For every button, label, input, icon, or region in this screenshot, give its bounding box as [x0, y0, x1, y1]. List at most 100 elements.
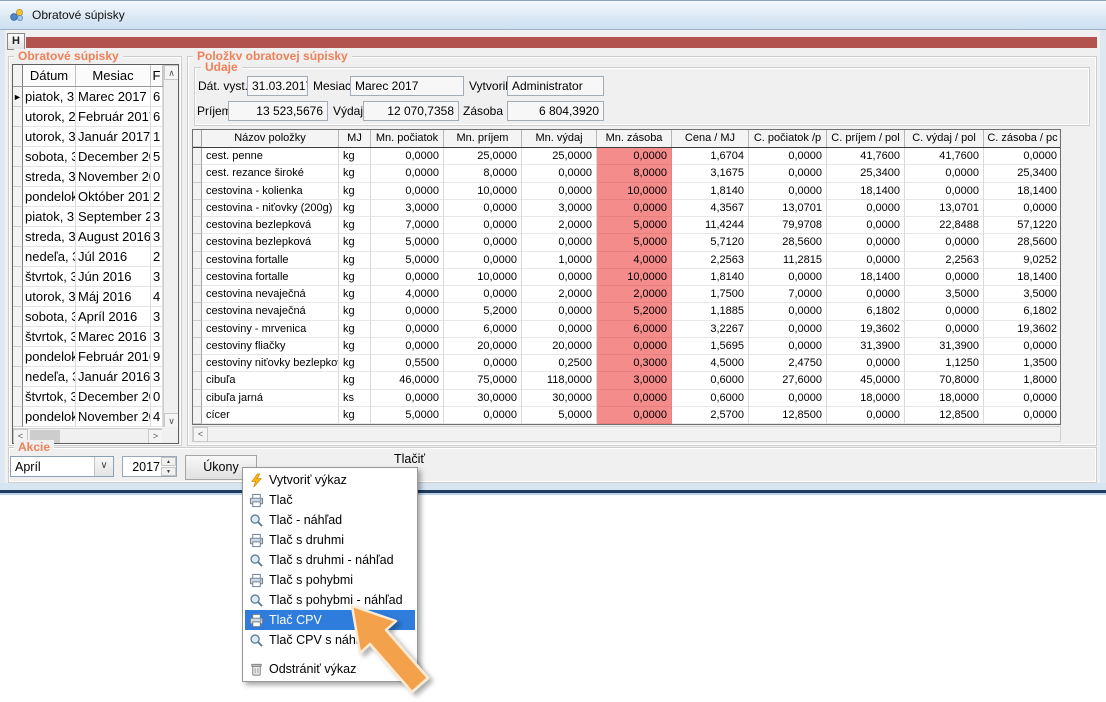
- date-row[interactable]: sobota, 3December 20165: [13, 147, 163, 167]
- table-row[interactable]: cestoviny fliačkykg0,000020,000020,00000…: [193, 338, 1060, 355]
- h-button[interactable]: H: [7, 33, 25, 50]
- column-header[interactable]: C. príjem / pol: [827, 130, 905, 147]
- f-cell: 3: [151, 267, 163, 287]
- date-row[interactable]: streda, 3November 20160: [13, 167, 163, 187]
- date-cell: streda, 3: [23, 167, 76, 187]
- table-row[interactable]: cestovina nevaječnákg4,00000,00002,00002…: [193, 286, 1060, 303]
- date-row[interactable]: utorok, 3Január 20171: [13, 127, 163, 147]
- printer-icon: [248, 612, 264, 628]
- column-header[interactable]: Mesiac: [76, 65, 151, 86]
- column-header[interactable]: Mn. výdaj: [522, 130, 597, 147]
- table-row[interactable]: cestovina - kolienkakg0,000010,00000,000…: [193, 183, 1060, 200]
- date-row[interactable]: utorok, 3Máj 20164: [13, 287, 163, 307]
- table-cell: 0,0000: [749, 321, 827, 338]
- table-cell: 1,0000: [522, 252, 597, 269]
- table-cell: 19,3602: [827, 321, 905, 338]
- date-row[interactable]: nedeľa, 3Júl 20162: [13, 247, 163, 267]
- month-combobox-value[interactable]: Apríl: [15, 458, 41, 476]
- table-cell: 5,2000: [444, 303, 522, 320]
- date-row[interactable]: pondelok,November 20154: [13, 407, 163, 427]
- scroll-right-icon[interactable]: >: [148, 429, 163, 444]
- menu-item-tlac-s-pohybmi-nahlad[interactable]: Tlač s pohybmi - náhľad: [245, 590, 415, 610]
- column-header[interactable]: Mn. počiatok: [371, 130, 444, 147]
- date-row[interactable]: pondelok,Október 20162: [13, 187, 163, 207]
- column-header[interactable]: F: [151, 65, 163, 86]
- window-border-right: [1100, 30, 1106, 483]
- menu-item-odstranit-vykaz[interactable]: Odstrániť výkaz: [245, 659, 415, 679]
- menu-item-tlac-s-druhmi-nahlad[interactable]: Tlač s druhmi - náhľad: [245, 550, 415, 570]
- table-row[interactable]: cestovina bezlepkovákg5,00000,00000,0000…: [193, 234, 1060, 251]
- column-header[interactable]: MJ: [339, 130, 371, 147]
- row-marker: [193, 355, 202, 372]
- table-row[interactable]: cestovina fortallekg5,00000,00001,00004,…: [193, 252, 1060, 269]
- dates-vertical-scrollbar[interactable]: ∧ ∨: [163, 65, 178, 428]
- table-row[interactable]: cestovina - niťovky (200g)kg3,00000,0000…: [193, 200, 1060, 217]
- date-row[interactable]: ►piatok, 3Marec 20176: [13, 87, 163, 107]
- date-row[interactable]: piatok, 3September 20163: [13, 207, 163, 227]
- spin-up-icon[interactable]: ▲: [161, 457, 176, 466]
- column-header[interactable]: C. zásoba / pc: [984, 130, 1061, 147]
- table-row[interactable]: cestovina bezlepkovákg7,00000,00002,0000…: [193, 217, 1060, 234]
- dates-group-label: Obratové súpisky: [14, 49, 123, 63]
- scroll-left-icon[interactable]: <: [193, 427, 208, 442]
- table-cell: 0,0000: [905, 303, 984, 320]
- table-cell: 0,0000: [905, 321, 984, 338]
- date-row[interactable]: štvrtok, 3Marec 20163: [13, 327, 163, 347]
- menu-item-tlac-s-druhmi[interactable]: Tlač s druhmi: [245, 530, 415, 550]
- menu-item-tlac[interactable]: Tlač: [245, 490, 415, 510]
- f-cell: 3: [151, 327, 163, 347]
- table-cell: 6,1802: [984, 303, 1061, 320]
- table-row[interactable]: cestovina fortallekg0,000010,00000,00001…: [193, 269, 1060, 286]
- ukony-context-menu: Vytvoriť výkazTlačTlač - náhľadTlač s dr…: [242, 467, 418, 682]
- items-horizontal-scrollbar[interactable]: <: [192, 426, 1061, 442]
- column-header[interactable]: Cena / MJ: [672, 130, 749, 147]
- table-row[interactable]: cestovina nevaječnákg0,00005,20000,00005…: [193, 303, 1060, 320]
- column-header[interactable]: Názov položky: [202, 130, 339, 147]
- chevron-down-icon[interactable]: ∨: [94, 457, 113, 476]
- year-value[interactable]: 2017: [123, 458, 160, 476]
- f-cell: 3: [151, 367, 163, 387]
- scroll-down-icon[interactable]: ∨: [164, 413, 179, 428]
- row-marker: [193, 252, 202, 269]
- column-header[interactable]: Dátum: [23, 65, 76, 86]
- date-row[interactable]: utorok, 2Február 20176: [13, 107, 163, 127]
- table-cell: 18,1400: [984, 269, 1061, 286]
- table-row[interactable]: cestoviny - mrvenicakg0,00006,00000,0000…: [193, 321, 1060, 338]
- date-row[interactable]: sobota, 3Apríl 20163: [13, 307, 163, 327]
- menu-item-vytvorit-vykaz[interactable]: Vytvoriť výkaz: [245, 470, 415, 490]
- row-marker: [13, 107, 23, 127]
- date-row[interactable]: streda, 3August 20163: [13, 227, 163, 247]
- menu-item-label: Tlač s pohybmi: [269, 573, 353, 587]
- menu-item-tlac-nahlad[interactable]: Tlač - náhľad: [245, 510, 415, 530]
- table-cell: 0,0000: [371, 338, 444, 355]
- table-cell: 0,0000: [522, 303, 597, 320]
- table-row[interactable]: cest. rezance širokékg0,00008,00000,0000…: [193, 165, 1060, 182]
- table-row[interactable]: cícerkg5,00000,00005,00000,00002,570012,…: [193, 407, 1060, 424]
- table-row[interactable]: cibuľakg46,000075,0000118,00003,00000,60…: [193, 372, 1060, 389]
- date-row[interactable]: nedeľa, 3Január 20163: [13, 367, 163, 387]
- column-header[interactable]: Mn. príjem: [444, 130, 522, 147]
- row-marker: [13, 167, 23, 187]
- date-row[interactable]: štvrtok, 3Jún 20163: [13, 267, 163, 287]
- menu-item-tlac-cpv[interactable]: Tlač CPV: [245, 610, 415, 630]
- month-combobox[interactable]: Apríl ∨: [10, 456, 114, 477]
- month-cell: August 2016: [76, 227, 151, 247]
- column-header[interactable]: C. výdaj / pol: [905, 130, 984, 147]
- column-header[interactable]: C. počiatok /p: [749, 130, 827, 147]
- table-cell: 41,7600: [827, 148, 905, 165]
- spin-down-icon[interactable]: ▼: [161, 467, 176, 476]
- date-row[interactable]: štvrtok, 3December 20150: [13, 387, 163, 407]
- menu-item-tlac-s-pohybmi[interactable]: Tlač s pohybmi: [245, 570, 415, 590]
- menu-item-tlac-cpv-s-nahladom[interactable]: Tlač CPV s náhľadom: [245, 630, 415, 650]
- table-row[interactable]: cest. pennekg0,000025,000025,00000,00001…: [193, 148, 1060, 165]
- window-border-bottom-light: [0, 493, 1106, 495]
- scroll-up-icon[interactable]: ∧: [164, 65, 179, 80]
- row-marker: [193, 303, 202, 320]
- year-stepper[interactable]: 2017 ▲ ▼: [122, 456, 177, 477]
- column-header[interactable]: Mn. zásoba: [597, 130, 672, 147]
- tlacit-button[interactable]: Tlačiť: [394, 452, 425, 466]
- table-row[interactable]: cestoviny niťovky bezlepkovékg0,55000,00…: [193, 355, 1060, 372]
- date-row[interactable]: pondelok,Február 20169: [13, 347, 163, 367]
- row-marker: [193, 165, 202, 182]
- table-row[interactable]: cibuľa jarnáks0,000030,000030,00000,0000…: [193, 390, 1060, 407]
